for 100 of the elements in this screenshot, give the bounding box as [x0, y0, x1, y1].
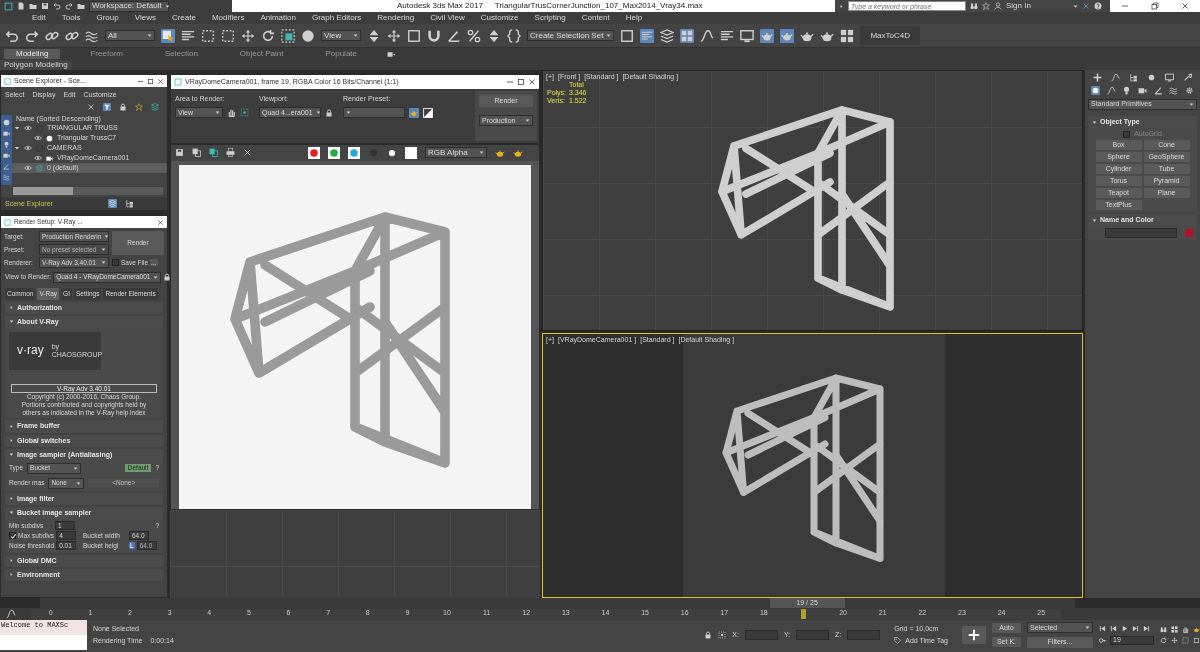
prev-frame-icon[interactable]	[1110, 625, 1117, 632]
dashed-square-icon[interactable]	[201, 28, 215, 43]
caret-icon[interactable]	[9, 438, 14, 444]
last-frame-icon[interactable]	[1143, 625, 1150, 632]
region-icon[interactable]	[240, 108, 249, 118]
curve-icon[interactable]	[700, 28, 715, 43]
color-swatch[interactable]	[405, 146, 417, 159]
caret-icon[interactable]	[164, 3, 170, 9]
camera-icon[interactable]	[1137, 86, 1147, 95]
close-icon[interactable]	[157, 218, 164, 226]
braces-icon[interactable]	[507, 28, 521, 43]
maximize-icon[interactable]	[517, 78, 525, 86]
sphere-icon[interactable]	[1091, 86, 1101, 95]
x-icon[interactable]	[87, 103, 95, 112]
hand-icon[interactable]	[227, 108, 236, 118]
maximize-icon[interactable]	[147, 77, 154, 85]
channel-toggle[interactable]	[328, 146, 340, 159]
next-frame-icon[interactable]	[1132, 625, 1139, 632]
grid-icon[interactable]	[680, 28, 695, 43]
grid-icon[interactable]	[840, 28, 855, 43]
binoculars-icon[interactable]	[970, 2, 978, 10]
caret-icon[interactable]	[353, 33, 358, 38]
filter-icon[interactable]	[103, 103, 111, 112]
monitor-icon[interactable]	[1165, 73, 1175, 82]
lock-icon[interactable]	[704, 631, 713, 639]
user-icon[interactable]	[994, 2, 1002, 10]
star-icon[interactable]	[135, 103, 143, 112]
spinner-icon[interactable]	[487, 28, 501, 43]
menu-item[interactable]: Edit	[24, 13, 54, 23]
app-logo-icon[interactable]	[4, 1, 13, 11]
menu-item[interactable]: Tools	[53, 13, 89, 23]
eye-icon[interactable]	[24, 144, 32, 153]
gear-icon[interactable]	[1184, 86, 1194, 95]
sphere-icon[interactable]	[3, 119, 10, 127]
create-icon[interactable]	[1092, 73, 1102, 82]
sign-in-link[interactable]: Sign In	[1006, 1, 1031, 11]
orbit-icon[interactable]	[1160, 637, 1167, 644]
menu-item[interactable]: Create	[163, 13, 204, 23]
contrast-icon[interactable]	[423, 107, 433, 118]
wave-icon[interactable]	[1169, 86, 1179, 95]
menu-item[interactable]: Animation	[252, 13, 304, 23]
caret-icon[interactable]	[104, 234, 110, 240]
wave-icon[interactable]	[85, 28, 99, 43]
file-icon[interactable]	[17, 2, 25, 10]
magnet-icon[interactable]	[427, 28, 441, 43]
coordinate-field[interactable]	[796, 630, 830, 640]
redo-icon[interactable]	[25, 28, 39, 43]
ribbon-tab[interactable]: Modeling	[4, 49, 61, 59]
list-icon[interactable]	[720, 28, 735, 43]
menu-item[interactable]: Help	[617, 13, 651, 23]
lock-icon[interactable]	[163, 273, 172, 282]
caret-icon[interactable]	[1072, 3, 1078, 9]
workspace-dropdown[interactable]: Workspace: Default	[89, 0, 169, 12]
curve-editor-icon[interactable]	[6, 609, 16, 619]
channel-toggle[interactable]	[348, 146, 360, 159]
light-icon[interactable]	[1122, 86, 1132, 95]
ribbon-tab[interactable]: Object Paint	[227, 49, 296, 59]
camera-icon[interactable]	[3, 152, 10, 160]
color-swatch[interactable]	[1185, 229, 1193, 238]
expand-caret-icon[interactable]	[14, 125, 20, 132]
caret-icon[interactable]	[9, 496, 14, 502]
hierarchy-icon[interactable]	[125, 199, 134, 209]
window-icon[interactable]	[740, 28, 755, 43]
caret-icon[interactable]	[9, 424, 14, 429]
eye-icon[interactable]	[34, 154, 42, 163]
caret-icon[interactable]	[147, 33, 152, 38]
menu-item[interactable]: Scripting	[526, 13, 574, 23]
first-frame-icon[interactable]	[1099, 625, 1106, 632]
caret-icon[interactable]	[215, 110, 220, 116]
zoom-icon[interactable]	[1160, 626, 1167, 633]
caret-icon[interactable]	[73, 465, 79, 471]
region-icon[interactable]	[718, 631, 727, 639]
coordinate-field[interactable]	[847, 630, 881, 640]
hierarchy-icon[interactable]	[1128, 73, 1138, 82]
close-icon[interactable]	[157, 77, 164, 85]
caret-icon[interactable]	[101, 260, 106, 266]
name-field[interactable]	[1105, 228, 1177, 239]
square-icon[interactable]	[407, 28, 421, 43]
caret-icon[interactable]	[9, 319, 14, 325]
layers-icon[interactable]	[660, 28, 675, 43]
caret-icon[interactable]	[9, 510, 14, 516]
save-icon[interactable]	[175, 148, 184, 158]
move-icon[interactable]	[387, 28, 401, 43]
caret-icon[interactable]	[9, 572, 14, 578]
caret-icon[interactable]	[153, 274, 159, 280]
menu-item[interactable]: Modifiers	[203, 13, 253, 23]
eye-icon[interactable]	[24, 164, 32, 173]
eye-icon[interactable]	[24, 124, 32, 133]
list-icon[interactable]	[181, 28, 195, 43]
selection-set-dropdown[interactable]: Create Selection Set	[527, 30, 615, 41]
expand-caret-icon[interactable]	[14, 145, 20, 152]
menu-item[interactable]: Views	[126, 13, 164, 23]
menu-item[interactable]: Rendering	[369, 13, 423, 23]
menu-item[interactable]: Content	[573, 13, 618, 23]
caret-icon[interactable]	[315, 110, 321, 116]
circle-icon[interactable]	[1147, 73, 1157, 82]
star-icon[interactable]	[982, 2, 990, 10]
arrows-icon[interactable]	[1171, 637, 1178, 644]
folder-icon[interactable]	[29, 2, 37, 10]
caret-icon[interactable]	[9, 305, 14, 311]
